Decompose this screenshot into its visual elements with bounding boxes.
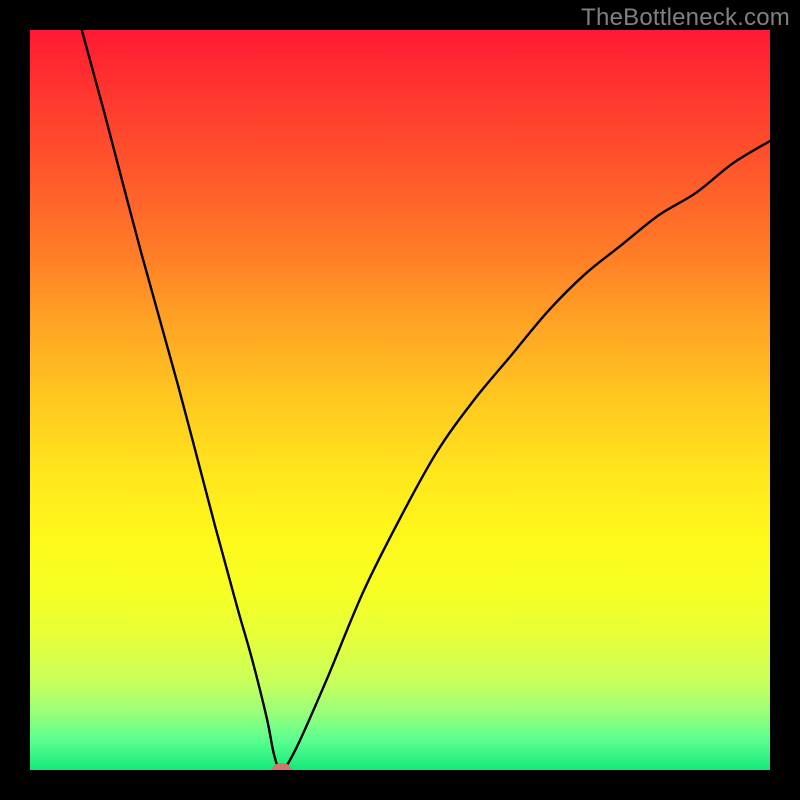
watermark-text: TheBottleneck.com: [581, 4, 790, 32]
bottleneck-curve: [82, 30, 770, 770]
plot-area: [30, 30, 770, 770]
chart-frame: TheBottleneck.com: [0, 0, 800, 800]
chart-svg: [30, 30, 770, 770]
